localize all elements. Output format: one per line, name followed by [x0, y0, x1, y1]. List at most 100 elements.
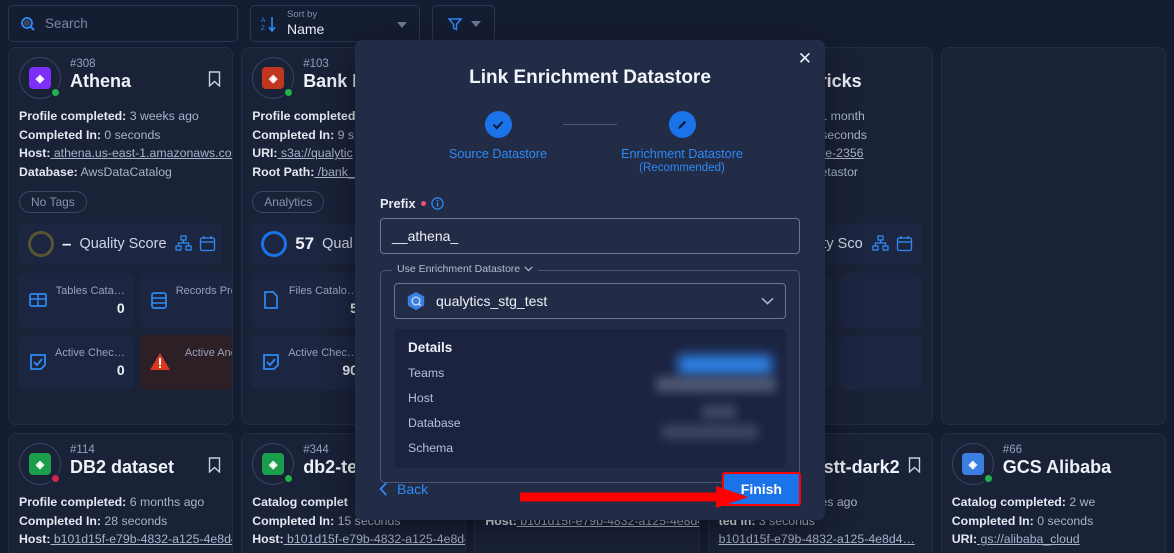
- prefix-input[interactable]: __athena_: [380, 218, 800, 255]
- meta-link[interactable]: gs://alibaba_cloud: [977, 532, 1079, 546]
- card-meta: Profile completed: 6 months ago Completed…: [19, 493, 232, 549]
- quality-score-actions: [872, 235, 913, 252]
- meta-link[interactable]: b101d15f-e79b-4832-a125-4e8d4…: [719, 532, 915, 546]
- meta-line: Catalog completed: 2 we: [952, 493, 1155, 512]
- meta-line: b101d15f-e79b-4832-a125-4e8d4…: [719, 530, 922, 549]
- avatar-wrap: ◈: [19, 443, 61, 485]
- back-button[interactable]: Back: [379, 481, 428, 497]
- meta-link[interactable]: s3a://qualytic: [277, 146, 353, 160]
- meta-line: Completed In: 28 seconds: [19, 512, 222, 531]
- svg-text:A: A: [261, 17, 266, 24]
- redacted-value-teams: [678, 355, 772, 376]
- quality-score-value: 57: [295, 233, 315, 253]
- step-complete-dot: [484, 111, 512, 138]
- datastore-card[interactable]: ◈ #114 DB2 dataset Profile completed: 6 …: [8, 433, 234, 553]
- link-enrichment-datastore-modal: ✕ Link Enrichment Datastore Source Datas…: [355, 40, 825, 520]
- hierarchy-icon[interactable]: [174, 235, 192, 252]
- step-source-datastore[interactable]: Source Datastore: [433, 111, 563, 162]
- search-input[interactable]: Search: [8, 5, 238, 42]
- metric-tile[interactable]: Active Chec… 0: [19, 334, 133, 390]
- step-source-label: Source Datastore: [448, 147, 547, 161]
- sort-value: Name: [287, 20, 325, 37]
- metric-tile[interactable]: Active Chec… 90: [252, 334, 366, 390]
- calendar-icon[interactable]: [199, 235, 216, 252]
- card-titles: #66 GCS Alibaba: [1003, 443, 1132, 478]
- enrichment-datastore-select[interactable]: qualytics_stg_test: [394, 283, 786, 320]
- metric-value: 0: [116, 361, 125, 378]
- details-row-host: Host: [408, 391, 434, 406]
- meta-value: 6 months ago: [126, 495, 205, 509]
- quality-score-label: Quality Score: [79, 235, 167, 252]
- bookmark-button[interactable]: [208, 71, 222, 92]
- sort-select[interactable]: A Z Sort by Name: [250, 5, 420, 42]
- search-placeholder: Search: [45, 16, 88, 31]
- use-enrichment-datastore-fieldset: Use Enrichment Datastore qualytics_stg_t…: [380, 263, 800, 484]
- meta-label: Completed In:: [951, 513, 1034, 528]
- meta-line: URI: gs://alibaba_cloud: [952, 530, 1155, 549]
- quality-score-row: – Quality Score: [19, 222, 223, 265]
- meta-link[interactable]: b101d15f-e79b-4832-a125-4e8d4…: [50, 532, 232, 546]
- db2-icon: ◈: [29, 453, 51, 475]
- annotation-arrow: [520, 486, 748, 508]
- redacted-value-schema: [662, 425, 758, 440]
- chevron-down-icon: [470, 20, 481, 27]
- card-header: ◈ #114 DB2 dataset: [19, 443, 222, 485]
- metric-tile[interactable]: Files Catalo… 5: [252, 272, 366, 328]
- card-header: ◈ #66 GCS Alibaba: [951, 443, 1155, 485]
- meta-value: 28 seconds: [100, 513, 168, 528]
- meta-link[interactable]: b101d15f-e79b-4832-a125-4e8d4…: [284, 532, 465, 546]
- meta-label: Catalog complet: [252, 495, 348, 509]
- bookmark-button[interactable]: [208, 457, 222, 478]
- meta-line: Profile completed: 6 months ago: [19, 493, 222, 512]
- status-dot: [283, 473, 295, 484]
- info-icon[interactable]: [430, 197, 444, 211]
- card-id: #66: [1002, 444, 1022, 456]
- sort-caption: Sort by: [287, 8, 318, 20]
- meta-value: 0 seconds: [1033, 513, 1094, 528]
- metric-tile[interactable]: Records Pro… —: [139, 272, 233, 328]
- sort-az-icon: A Z: [261, 16, 276, 32]
- bookmark-icon[interactable]: [208, 71, 221, 88]
- metric-tile[interactable]: Tables Cata… 0: [19, 272, 133, 328]
- filter-button[interactable]: [432, 5, 495, 42]
- bookmark-button[interactable]: [908, 457, 922, 478]
- tag-badge[interactable]: No Tags: [19, 190, 87, 213]
- meta-label: Host:: [19, 532, 51, 547]
- close-icon[interactable]: ✕: [798, 50, 812, 67]
- pencil-icon: [678, 120, 687, 129]
- meta-link[interactable]: /bank_: [314, 165, 355, 179]
- card-titles: #114 DB2 dataset: [70, 443, 199, 478]
- enrichment-datastore-value: qualytics_stg_test: [436, 293, 548, 310]
- tag-badge[interactable]: Analytics: [252, 190, 325, 213]
- bookmark-icon[interactable]: [908, 457, 921, 474]
- datastore-card[interactable]: ◈ #308 Athena Profile completed: 3 weeks…: [8, 47, 234, 425]
- step-enrichment-datastore[interactable]: Enrichment Datastore (Recommended): [617, 111, 747, 174]
- metric-text: Active Ano… 0: [178, 346, 232, 378]
- meta-line: Profile completed: 3 weeks ago: [19, 107, 222, 126]
- metric-value: —: [176, 300, 232, 316]
- meta-line: Host: b101d15f-e79b-4832-a125-4e8d4…: [19, 530, 232, 549]
- meta-label: Completed In:: [252, 127, 335, 142]
- metric-text: Active Chec… 90: [288, 347, 358, 378]
- status-dot: [50, 87, 61, 98]
- quality-score-ring: [261, 230, 288, 257]
- meta-line: Completed In: 0 seconds: [19, 126, 222, 145]
- metric-caption: Records Pro…: [175, 284, 232, 297]
- details-heading: Details: [408, 340, 453, 356]
- bookmark-icon[interactable]: [208, 457, 221, 474]
- avatar-wrap: ◈: [252, 443, 295, 485]
- filter-icon: [446, 17, 463, 31]
- metric-text: Tables Cata… 0: [55, 285, 125, 316]
- prefix-label-text: Prefix: [380, 196, 416, 212]
- card-name: GCS Alibaba: [1002, 457, 1112, 478]
- chevron-down-icon: [761, 298, 774, 306]
- meta-link[interactable]: athena.us-east-1.amazonaws.com: [50, 146, 232, 160]
- metric-caption: Active Ano…: [184, 346, 232, 359]
- meta-label: Host:: [252, 532, 284, 547]
- meta-label: Profile completed:: [19, 495, 127, 509]
- table-icon: [29, 293, 47, 308]
- hierarchy-icon[interactable]: [872, 235, 889, 252]
- datastore-card[interactable]: ◈ #66 GCS Alibaba Catalog completed: 2 w…: [940, 433, 1166, 553]
- metric-tile[interactable]: Active Ano… 0: [139, 334, 233, 390]
- calendar-icon[interactable]: [896, 235, 913, 252]
